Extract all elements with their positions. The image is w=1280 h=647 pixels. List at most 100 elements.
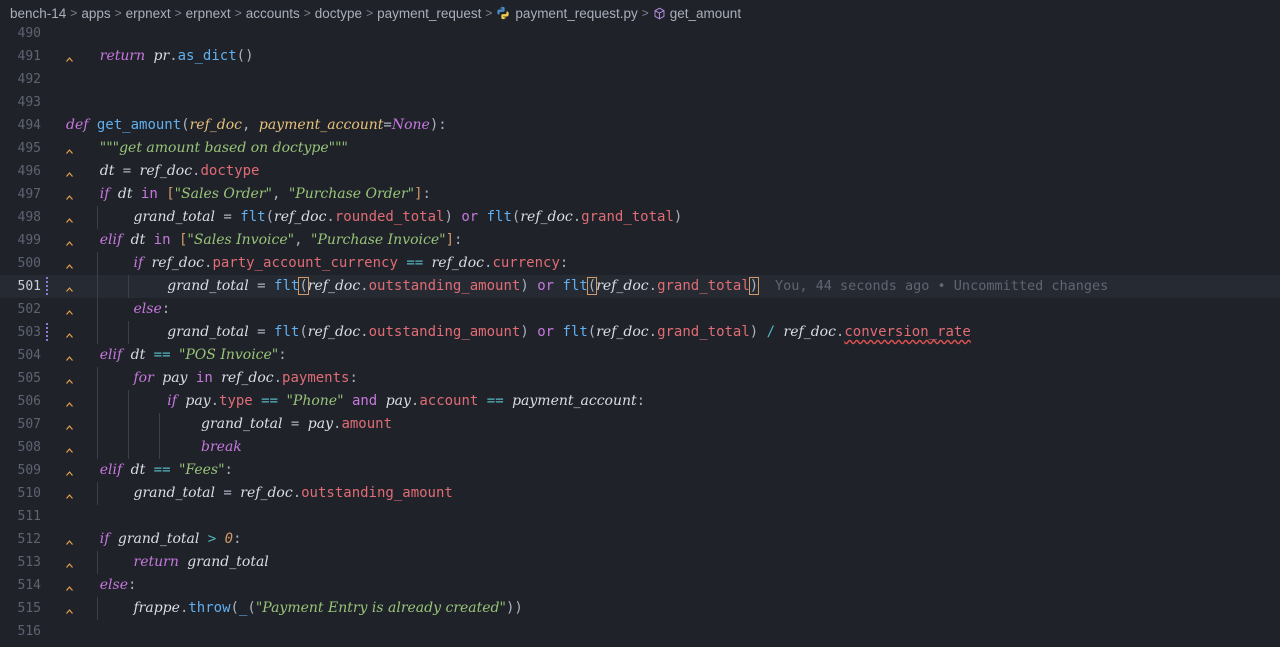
code-text: """get amount based on doctype""" [99,140,348,156]
breadcrumb-item[interactable]: erpnext [126,6,171,21]
line-number: 504 [17,348,41,363]
code-line[interactable]: 510 grand_total = ref_doc.outstanding_am… [0,482,1280,505]
line-number: 492 [17,72,41,87]
line-number: 509 [17,463,41,478]
line-number: 513 [17,555,41,570]
code-line[interactable]: 500 if ref_doc.party_account_currency ==… [0,252,1280,275]
line-number: 505 [17,371,41,386]
code-text: for pay in ref_doc.payments: [133,370,358,386]
code-line[interactable]: 505 for pay in ref_doc.payments: [0,367,1280,390]
breadcrumb-label: erpnext [125,5,171,21]
code-line[interactable]: 492 [0,68,1280,91]
code-text: dt = ref_doc.doctype [99,163,260,179]
code-line[interactable]: 504 elif dt == "POS Invoice": [0,344,1280,367]
code-line[interactable]: 494 def get_amount(ref_doc, payment_accou… [0,114,1280,137]
breadcrumb-separator: > [485,6,493,20]
code-text: elif dt in ["Sales Invoice", "Purchase I… [99,232,463,248]
git-modified-indicator[interactable] [46,277,48,296]
line-number: 494 [17,118,41,133]
line-number: 512 [17,532,41,547]
line-number: 503 [17,325,41,340]
breadcrumb-item[interactable]: payment_request [377,6,481,21]
breadcrumb-item[interactable]: accounts [246,6,300,21]
code-line[interactable]: 506 if pay.type == "Phone" and pay.accou… [0,390,1280,413]
code-text: grand_total = flt(ref_doc.rounded_total)… [133,209,683,225]
line-number: 495 [17,141,41,156]
breadcrumb-label: erpnext [185,5,231,21]
breadcrumb-item[interactable]: apps [81,6,110,21]
code-text: return pr.as_dict() [99,48,254,64]
code-text: grand_total = pay.amount [201,416,393,432]
code-line[interactable]: 513 return grand_total [0,551,1280,574]
code-text: elif dt == "Fees": [99,462,233,478]
code-text: else: [133,301,171,317]
breadcrumb-separator: > [234,6,242,20]
code-text: if grand_total > 0: [99,531,242,547]
line-number: 491 [17,49,41,64]
code-text: else: [99,577,137,593]
breadcrumb-label: payment_request [377,5,482,21]
code-line[interactable]: 495 """get amount based on doctype""" [0,137,1280,160]
breadcrumb-label: get_amount [669,5,742,21]
git-modified-indicator[interactable] [46,323,48,342]
code-line[interactable]: 511 [0,505,1280,528]
line-number: 515 [17,601,41,616]
breadcrumb-separator: > [70,6,78,20]
code-line[interactable]: 503 grand_total = flt(ref_doc.outstandin… [0,321,1280,344]
code-text: if pay.type == "Phone" and pay.account =… [167,393,646,409]
python-icon [497,6,510,19]
line-number: 506 [17,394,41,409]
breadcrumb-item[interactable]: bench-14 [10,6,66,21]
code-text: elif dt == "POS Invoice": [99,347,287,363]
git-blame-annotation: You, 44 seconds ago • Uncommitted change… [775,278,1109,294]
breadcrumb-label: doctype [314,5,363,21]
line-number: 499 [17,233,41,248]
code-line[interactable]: 499 elif dt in ["Sales Invoice", "Purcha… [0,229,1280,252]
code-line[interactable]: 498 grand_total = flt(ref_doc.rounded_to… [0,206,1280,229]
breadcrumb-file[interactable]: payment_request.py [496,5,638,21]
code-line[interactable]: 490 [0,22,1280,45]
code-line[interactable]: 508 break [0,436,1280,459]
breadcrumb-separator: > [114,6,122,20]
code-text: def get_amount(ref_doc, payment_account=… [66,117,447,133]
code-text: grand_total = ref_doc.outstanding_amount [133,485,453,501]
code-line[interactable]: 502 else: [0,298,1280,321]
breadcrumb-label: bench-14 [10,5,67,21]
code-line[interactable]: 501 grand_total = flt(ref_doc.outstandin… [0,275,1280,298]
code-text: break [201,439,242,455]
code-line[interactable]: 497 if dt in ["Sales Order", "Purchase O… [0,183,1280,206]
breadcrumb-separator: > [641,6,649,20]
line-number: 501 [17,279,41,294]
code-line[interactable]: 493 [0,91,1280,114]
code-line[interactable]: 514 else: [0,574,1280,597]
code-line[interactable]: 507 grand_total = pay.amount [0,413,1280,436]
code-line[interactable]: 496 dt = ref_doc.doctype [0,160,1280,183]
code-line[interactable]: 509 elif dt == "Fees": [0,459,1280,482]
breadcrumb-label: payment_request.py [515,5,638,21]
line-number: 496 [17,164,41,179]
line-number: 510 [17,486,41,501]
method-cube-icon [654,7,665,19]
line-number: 500 [17,256,41,271]
breadcrumb-label: apps [81,5,111,21]
line-number: 508 [17,440,41,455]
line-number: 498 [17,210,41,225]
line-number: 493 [17,95,41,110]
code-text: grand_total = flt(ref_doc.outstanding_am… [167,324,971,340]
breadcrumb-symbol[interactable]: get_amount [653,6,741,21]
breadcrumb-item[interactable]: erpnext [186,6,231,21]
code-line[interactable]: 516 [0,620,1280,643]
breadcrumb-separator: > [174,6,182,20]
code-editor[interactable]: 490 491 return pr.as_dict() 492 493 494 def g… [0,22,1280,647]
line-number: 514 [17,578,41,593]
breadcrumb-item[interactable]: doctype [315,6,362,21]
code-text: if dt in ["Sales Order", "Purchase Order… [99,186,431,202]
code-line[interactable]: 512 if grand_total > 0: [0,528,1280,551]
code-line[interactable]: 515 frappe.throw(_("Payment Entry is alr… [0,597,1280,620]
code-text: if ref_doc.party_account_currency == ref… [133,255,569,271]
breadcrumb-separator: > [303,6,311,20]
line-number: 507 [17,417,41,432]
code-text: return grand_total [133,554,269,570]
code-line[interactable]: 491 return pr.as_dict() [0,45,1280,68]
breadcrumb-separator: > [366,6,374,20]
